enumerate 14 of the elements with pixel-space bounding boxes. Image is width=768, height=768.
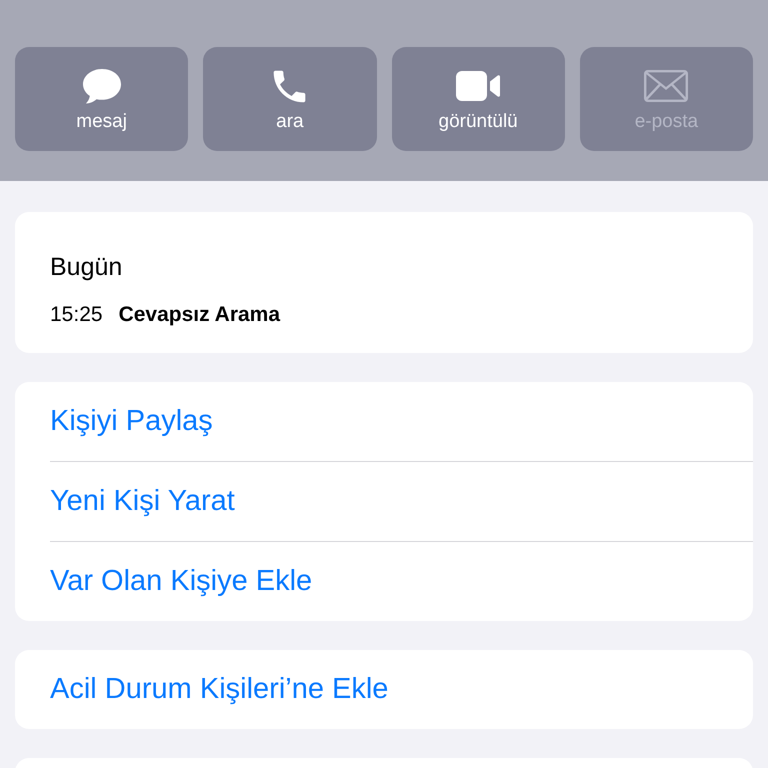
video-call-button[interactable]: görüntülü xyxy=(392,47,565,151)
action-link[interactable]: Acil Durum Kişileri’ne Ekle xyxy=(50,673,388,706)
day-heading: Bugün xyxy=(50,252,122,282)
video-camera-icon xyxy=(456,71,500,101)
call-button[interactable]: ara xyxy=(203,47,376,151)
call-time: 15:25 xyxy=(50,303,103,327)
action-link[interactable]: Var Olan Kişiye Ekle xyxy=(50,565,312,598)
envelope-icon xyxy=(644,70,688,102)
speech-bubble-icon xyxy=(82,68,122,104)
call-type: Cevapsız Arama xyxy=(118,303,280,327)
phone-icon xyxy=(273,70,306,102)
action-link[interactable]: Kişiyi Paylaş xyxy=(50,405,213,438)
action-link[interactable]: Yeni Kişi Yarat xyxy=(50,485,235,518)
message-button[interactable]: mesaj xyxy=(15,47,188,151)
